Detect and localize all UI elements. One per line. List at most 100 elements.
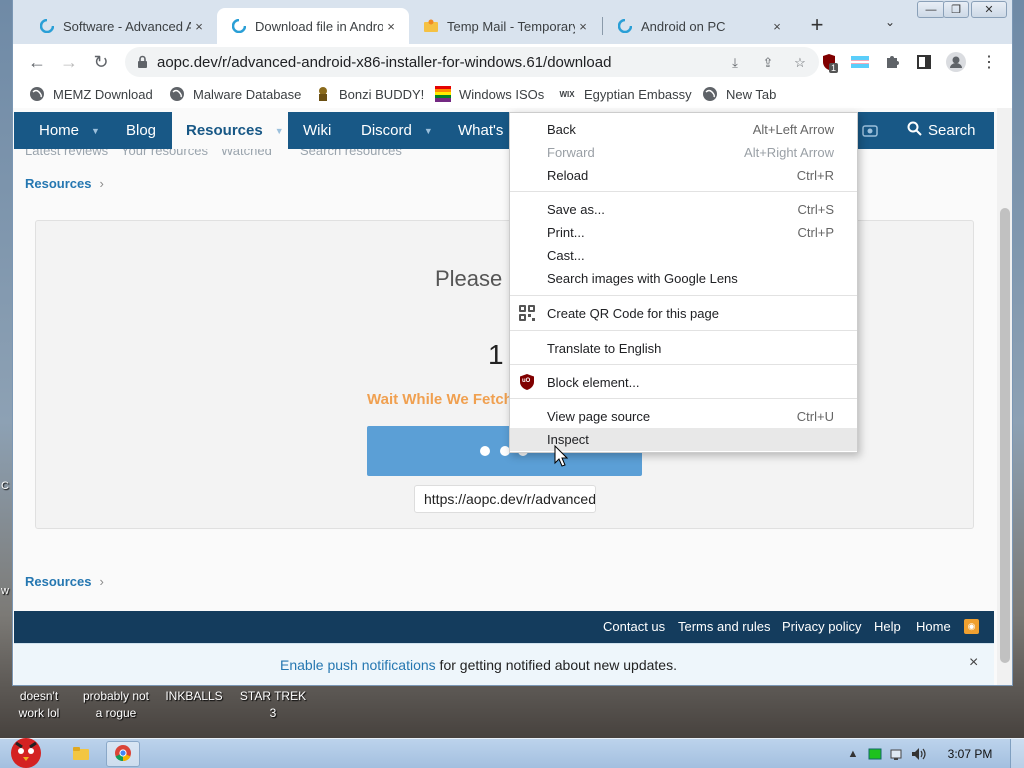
- close-window-button[interactable]: ✕: [971, 1, 1007, 18]
- bookmark-memz[interactable]: MEMZ Download: [29, 84, 153, 104]
- forward-button[interactable]: →: [57, 50, 81, 74]
- menu-item-back[interactable]: Back Alt+Left Arrow: [510, 118, 857, 141]
- bookmark-bonzi-buddy[interactable]: Bonzi BUDDY!: [315, 84, 424, 104]
- nav-wiki[interactable]: Wiki: [303, 112, 331, 149]
- desktop-icon-doesnt-work[interactable]: doesn't work lol: [14, 688, 64, 722]
- enable-push-link[interactable]: Enable push notifications: [280, 657, 436, 673]
- side-panel-icon[interactable]: [914, 52, 934, 72]
- footer-privacy[interactable]: Privacy policy: [782, 619, 861, 634]
- menu-item-cast[interactable]: Cast...: [510, 244, 857, 267]
- menu-item-label: Create QR Code for this page: [547, 306, 719, 321]
- footer-home[interactable]: Home: [916, 619, 951, 634]
- tab-close-icon[interactable]: ×: [769, 19, 785, 34]
- menu-item-view-source[interactable]: View page source Ctrl+U: [510, 405, 857, 428]
- tab-android-on-pc[interactable]: Android on PC ×: [603, 8, 795, 44]
- breadcrumb-bottom[interactable]: Resources ›: [25, 574, 104, 589]
- profile-avatar[interactable]: [946, 52, 966, 72]
- menu-kebab-icon[interactable]: ⋮: [979, 52, 999, 72]
- nav-toggle-icon[interactable]: [862, 112, 878, 149]
- menu-item-qr-code[interactable]: Create QR Code for this page: [510, 302, 857, 325]
- show-desktop-button[interactable]: [1010, 739, 1024, 768]
- tab-download-file[interactable]: Download file in Android ×: [217, 8, 409, 44]
- site-search-button[interactable]: Search: [907, 112, 976, 149]
- start-button[interactable]: [2, 731, 50, 768]
- reload-button[interactable]: ↻: [89, 50, 113, 74]
- caret-down-icon[interactable]: ▼: [424, 126, 433, 136]
- breadcrumb[interactable]: Resources ›: [25, 176, 104, 191]
- page-scrollbar[interactable]: [997, 108, 1012, 685]
- tab-close-icon[interactable]: ×: [191, 19, 207, 34]
- tab-close-icon[interactable]: ×: [575, 19, 591, 34]
- bookmark-label: Malware Database: [193, 86, 302, 102]
- bonzi-icon: [315, 86, 331, 102]
- bookmark-new-tab[interactable]: New Tab: [702, 84, 776, 104]
- extensions-puzzle-icon[interactable]: [882, 52, 902, 72]
- nav-resources[interactable]: Resources ▼: [172, 112, 288, 149]
- clock[interactable]: 3:07 PM: [930, 747, 1010, 761]
- bookmark-windows-isos[interactable]: Windows ISOs: [435, 84, 544, 104]
- volume-icon[interactable]: [908, 744, 930, 764]
- desktop-icon-inkballs[interactable]: INKBALLS: [163, 688, 225, 705]
- tab-software-advanced[interactable]: Software - Advanced Android ×: [25, 8, 217, 44]
- desktop-icon-probably-not-a-rogue[interactable]: probably not a rogue: [80, 688, 152, 722]
- minimize-button[interactable]: —: [917, 1, 945, 18]
- nav-home[interactable]: Home ▼: [39, 112, 100, 149]
- bookmark-egyptian-embassy[interactable]: WIX Egyptian Embassy: [558, 84, 692, 104]
- menu-item-print[interactable]: Print... Ctrl+P: [510, 221, 857, 244]
- bookmark-label: Egyptian Embassy: [584, 86, 692, 102]
- nav-discord[interactable]: Discord ▼: [361, 112, 433, 149]
- taskbar-chrome-button[interactable]: [106, 741, 140, 767]
- battery-icon[interactable]: [864, 744, 886, 764]
- pride-extension-icon[interactable]: [850, 52, 870, 72]
- folder-icon: [72, 745, 90, 764]
- menu-item-save-as[interactable]: Save as... Ctrl+S: [510, 198, 857, 221]
- search-label: Search: [928, 122, 976, 139]
- subnav-latest-reviews[interactable]: Latest reviews: [25, 149, 108, 158]
- nav-whats-new[interactable]: What's: [458, 112, 503, 149]
- rss-icon[interactable]: ◉: [964, 619, 979, 634]
- tray-expand-icon[interactable]: ▲: [842, 744, 864, 764]
- wix-icon: WIX: [559, 89, 575, 99]
- ublock-extension-icon[interactable]: 1: [819, 52, 839, 73]
- tab-temp-mail[interactable]: Temp Mail - Temporary Email ×: [409, 8, 601, 44]
- network-icon[interactable]: [886, 744, 908, 764]
- qr-code-icon: [519, 305, 535, 321]
- maximize-button[interactable]: ❐: [943, 1, 969, 18]
- nav-blog[interactable]: Blog: [126, 112, 156, 149]
- footer-contact-us[interactable]: Contact us: [603, 619, 665, 634]
- breadcrumb-label: Resources: [25, 176, 92, 191]
- share-icon[interactable]: ⇪: [759, 54, 777, 72]
- menu-item-translate[interactable]: Translate to English: [510, 337, 857, 360]
- subnav-search-resources[interactable]: Search resources: [300, 149, 402, 158]
- menu-separator: [510, 295, 857, 296]
- aopc-favicon-icon: [617, 18, 633, 34]
- tab-close-icon[interactable]: ×: [383, 19, 399, 34]
- subnav-your-resources[interactable]: Your resources: [121, 149, 208, 158]
- menu-item-forward[interactable]: Forward Alt+Right Arrow: [510, 141, 857, 164]
- address-bar[interactable]: aopc.dev/r/advanced-android-x86-installe…: [125, 47, 819, 77]
- menu-item-google-lens[interactable]: Search images with Google Lens: [510, 267, 857, 290]
- subnav-watched[interactable]: Watched: [221, 149, 272, 158]
- tab-search-button[interactable]: ⌄: [885, 15, 895, 29]
- arrow-right-icon: →: [60, 51, 78, 72]
- bookmark-malware-database[interactable]: Malware Database: [169, 84, 301, 104]
- temp-mail-favicon-icon: [423, 18, 439, 34]
- caret-down-icon[interactable]: ▼: [91, 126, 100, 136]
- desktop-icon-star-trek[interactable]: STAR TREK 3: [238, 688, 308, 722]
- menu-item-block-element[interactable]: uO Block element...: [510, 371, 857, 394]
- new-tab-button[interactable]: +: [805, 14, 829, 38]
- close-icon[interactable]: ×: [969, 654, 978, 672]
- scroll-thumb[interactable]: [1000, 208, 1010, 663]
- download-url-field[interactable]: https://aopc.dev/r/advanced-android-x86-…: [414, 485, 596, 513]
- bookmark-label: Windows ISOs: [459, 86, 545, 102]
- bookmarks-bar: MEMZ Download Malware Database Bonzi BUD…: [13, 80, 1012, 108]
- back-button[interactable]: ←: [25, 50, 49, 74]
- taskbar-explorer-button[interactable]: [64, 741, 98, 767]
- footer-help[interactable]: Help: [874, 619, 901, 634]
- install-app-icon[interactable]: ⤓: [726, 54, 744, 72]
- loading-dot: [480, 446, 490, 456]
- star-bookmark-icon[interactable]: ☆: [791, 54, 809, 72]
- caret-down-icon[interactable]: ▼: [275, 126, 284, 136]
- footer-terms[interactable]: Terms and rules: [678, 619, 770, 634]
- menu-item-reload[interactable]: Reload Ctrl+R: [510, 164, 857, 187]
